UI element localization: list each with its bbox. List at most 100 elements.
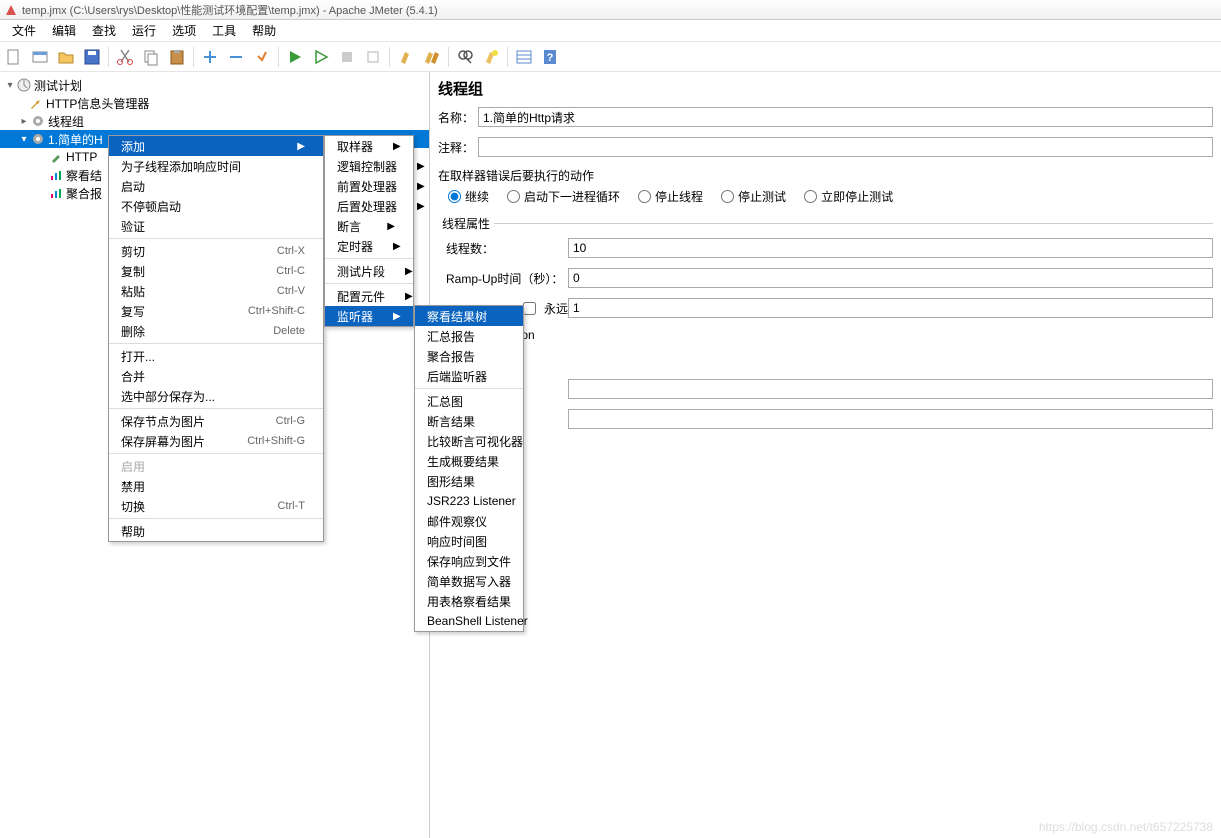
tree-http-req-label: HTTP (66, 150, 97, 164)
menu-help[interactable]: 帮助 (244, 20, 284, 41)
chart-icon (48, 185, 64, 201)
menu-item[interactable]: 帮助 (109, 521, 323, 541)
extra-input-1[interactable] (568, 379, 1213, 399)
menu-run[interactable]: 运行 (124, 20, 164, 41)
menu-item[interactable]: 复制Ctrl-C (109, 261, 323, 281)
menu-item[interactable]: 打开... (109, 346, 323, 366)
menu-item[interactable]: 取样器▶ (325, 136, 413, 156)
menu-item[interactable]: 汇总图 (415, 391, 523, 411)
context-menu-add[interactable]: 取样器▶逻辑控制器▶前置处理器▶后置处理器▶断言▶定时器▶ 测试片段▶ 配置元件▶监… (324, 135, 414, 327)
name-label: 名称： (438, 109, 478, 126)
menu-item[interactable]: 简单数据写入器 (415, 571, 523, 591)
menu-item[interactable]: 察看结果树 (415, 306, 523, 326)
menu-item[interactable]: 图形结果 (415, 471, 523, 491)
extra-input-2[interactable] (568, 409, 1213, 429)
radio-next-loop[interactable]: 启动下一进程循环 (507, 188, 620, 205)
menu-item[interactable]: 用表格察看结果 (415, 591, 523, 611)
menu-item[interactable]: 逻辑控制器▶ (325, 156, 413, 176)
shutdown-icon[interactable] (361, 45, 385, 69)
tree-http-header[interactable]: HTTP信息头管理器 (0, 94, 429, 112)
forever-checkbox[interactable] (523, 302, 536, 315)
menu-item[interactable]: 邮件观察仪 (415, 511, 523, 531)
radio-stop-test[interactable]: 停止测试 (721, 188, 786, 205)
run-icon[interactable] (283, 45, 307, 69)
menu-item[interactable]: 断言▶ (325, 216, 413, 236)
threads-input[interactable] (568, 238, 1213, 258)
menu-item[interactable]: 为子线程添加响应时间 (109, 156, 323, 176)
cut-icon[interactable] (113, 45, 137, 69)
run-no-pause-icon[interactable] (309, 45, 333, 69)
menu-edit[interactable]: 编辑 (44, 20, 84, 41)
menu-item[interactable]: 聚合报告 (415, 346, 523, 366)
menu-item[interactable]: 比较断言可视化器 (415, 431, 523, 451)
radio-continue[interactable]: 继续 (448, 188, 489, 205)
menu-item[interactable]: 复写Ctrl+Shift-C (109, 301, 323, 321)
menu-file[interactable]: 文件 (4, 20, 44, 41)
save-icon[interactable] (80, 45, 104, 69)
comment-input[interactable] (478, 137, 1213, 157)
menu-item[interactable]: 粘贴Ctrl-V (109, 281, 323, 301)
svg-text:?: ? (547, 52, 554, 64)
menu-item[interactable]: 切换Ctrl-T (109, 496, 323, 516)
loop-input[interactable] (568, 298, 1213, 318)
menu-item[interactable]: 监听器▶ (325, 306, 413, 326)
name-input[interactable] (478, 107, 1213, 127)
menu-item[interactable]: 保存屏幕为图片Ctrl+Shift-G (109, 431, 323, 451)
menu-item[interactable]: 合并 (109, 366, 323, 386)
function-helper-icon[interactable] (512, 45, 536, 69)
radio-stop-now[interactable]: 立即停止测试 (804, 188, 893, 205)
open-icon[interactable] (54, 45, 78, 69)
radio-stop-thread[interactable]: 停止线程 (638, 188, 703, 205)
menu-item[interactable]: 响应时间图 (415, 531, 523, 551)
menu-item[interactable]: 配置元件▶ (325, 286, 413, 306)
menu-item[interactable]: 保存响应到文件 (415, 551, 523, 571)
menu-item[interactable]: 启用 (109, 456, 323, 476)
expand-icon[interactable] (198, 45, 222, 69)
menu-item[interactable]: 选中部分保存为... (109, 386, 323, 406)
comment-label: 注释： (438, 139, 478, 156)
tree-thread-group[interactable]: ▸ 线程组 (0, 112, 429, 130)
menu-item[interactable]: 生成概要结果 (415, 451, 523, 471)
tree-root[interactable]: ▾ 测试计划 (0, 76, 429, 94)
menu-item[interactable]: 测试片段▶ (325, 261, 413, 281)
menu-item[interactable]: 后端监听器 (415, 366, 523, 386)
menu-item[interactable]: 保存节点为图片Ctrl-G (109, 411, 323, 431)
menu-item[interactable]: 汇总报告 (415, 326, 523, 346)
menu-item[interactable]: 剪切Ctrl-X (109, 241, 323, 261)
menu-item[interactable]: 禁用 (109, 476, 323, 496)
menu-item[interactable]: 不停顿启动 (109, 196, 323, 216)
menu-item[interactable]: 前置处理器▶ (325, 176, 413, 196)
paste-icon[interactable] (165, 45, 189, 69)
menu-item[interactable]: 后置处理器▶ (325, 196, 413, 216)
menu-tools[interactable]: 工具 (204, 20, 244, 41)
error-action-radios: 继续 启动下一进程循环 停止线程 停止测试 立即停止测试 (438, 188, 1213, 205)
clear-all-icon[interactable] (420, 45, 444, 69)
context-menu-listener[interactable]: 察看结果树汇总报告聚合报告后端监听器汇总图断言结果比较断言可视化器生成概要结果图… (414, 305, 524, 632)
search-icon[interactable] (453, 45, 477, 69)
templates-icon[interactable] (28, 45, 52, 69)
copy-icon[interactable] (139, 45, 163, 69)
new-icon[interactable] (2, 45, 26, 69)
clear-icon[interactable] (394, 45, 418, 69)
window-title: temp.jmx (C:\Users\rys\Desktop\性能测试环境配置\… (22, 2, 438, 18)
reset-search-icon[interactable] (479, 45, 503, 69)
stop-icon[interactable] (335, 45, 359, 69)
menu-item[interactable]: 添加▶ (109, 136, 323, 156)
thread-props: 线程属性 线程数： Ramp-Up时间（秒）： 永远 on each itera… (438, 215, 1213, 439)
tree-simple-http-label: 1.简单的H (48, 131, 103, 148)
menu-item[interactable]: 删除Delete (109, 321, 323, 341)
toggle-icon[interactable] (250, 45, 274, 69)
menu-item[interactable]: 验证 (109, 216, 323, 236)
rampup-input[interactable] (568, 268, 1213, 288)
menu-item[interactable]: 断言结果 (415, 411, 523, 431)
menu-item[interactable]: JSR223 Listener (415, 491, 523, 511)
menu-item[interactable]: BeanShell Listener (415, 611, 523, 631)
menu-options[interactable]: 选项 (164, 20, 204, 41)
collapse-icon[interactable] (224, 45, 248, 69)
menu-item[interactable]: 启动 (109, 176, 323, 196)
help-icon[interactable]: ? (538, 45, 562, 69)
context-menu-main[interactable]: 添加▶为子线程添加响应时间启动不停顿启动验证剪切Ctrl-X复制Ctrl-C粘贴… (108, 135, 324, 542)
menu-item[interactable]: 定时器▶ (325, 236, 413, 256)
menu-search[interactable]: 查找 (84, 20, 124, 41)
forever-label: 永远 (544, 300, 568, 317)
